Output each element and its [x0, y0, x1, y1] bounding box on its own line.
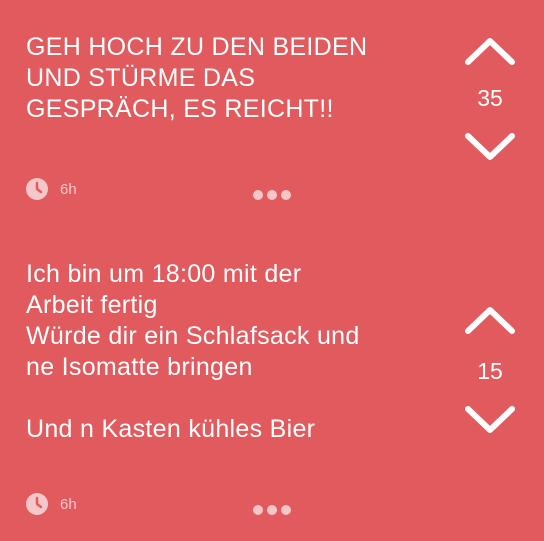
vote-control: 35 — [462, 34, 518, 164]
dot — [253, 190, 263, 200]
chevron-down-icon[interactable] — [462, 403, 518, 437]
dot — [281, 190, 291, 200]
vote-score: 35 — [477, 85, 503, 111]
dot — [281, 505, 291, 515]
post-meta: 6h — [26, 178, 77, 200]
more-dots-icon[interactable] — [253, 505, 291, 515]
clock-icon — [26, 493, 48, 515]
vote-score: 15 — [477, 358, 503, 384]
post-time: 6h — [60, 180, 77, 198]
post-time: 6h — [60, 495, 77, 513]
post-text: GEH HOCH ZU DEN BEIDEN UND STÜRME DAS GE… — [26, 33, 368, 123]
dot — [253, 505, 263, 515]
dot — [267, 505, 277, 515]
vote-control: 15 — [462, 303, 518, 437]
post-text: Ich bin um 18:00 mit der Arbeit fertig W… — [26, 260, 360, 443]
clock-icon — [26, 178, 48, 200]
chevron-down-icon[interactable] — [462, 130, 518, 164]
post-meta: 6h — [26, 493, 77, 515]
dot — [267, 190, 277, 200]
chevron-up-icon[interactable] — [462, 303, 518, 337]
chevron-up-icon[interactable] — [462, 34, 518, 68]
more-dots-icon[interactable] — [253, 190, 291, 200]
